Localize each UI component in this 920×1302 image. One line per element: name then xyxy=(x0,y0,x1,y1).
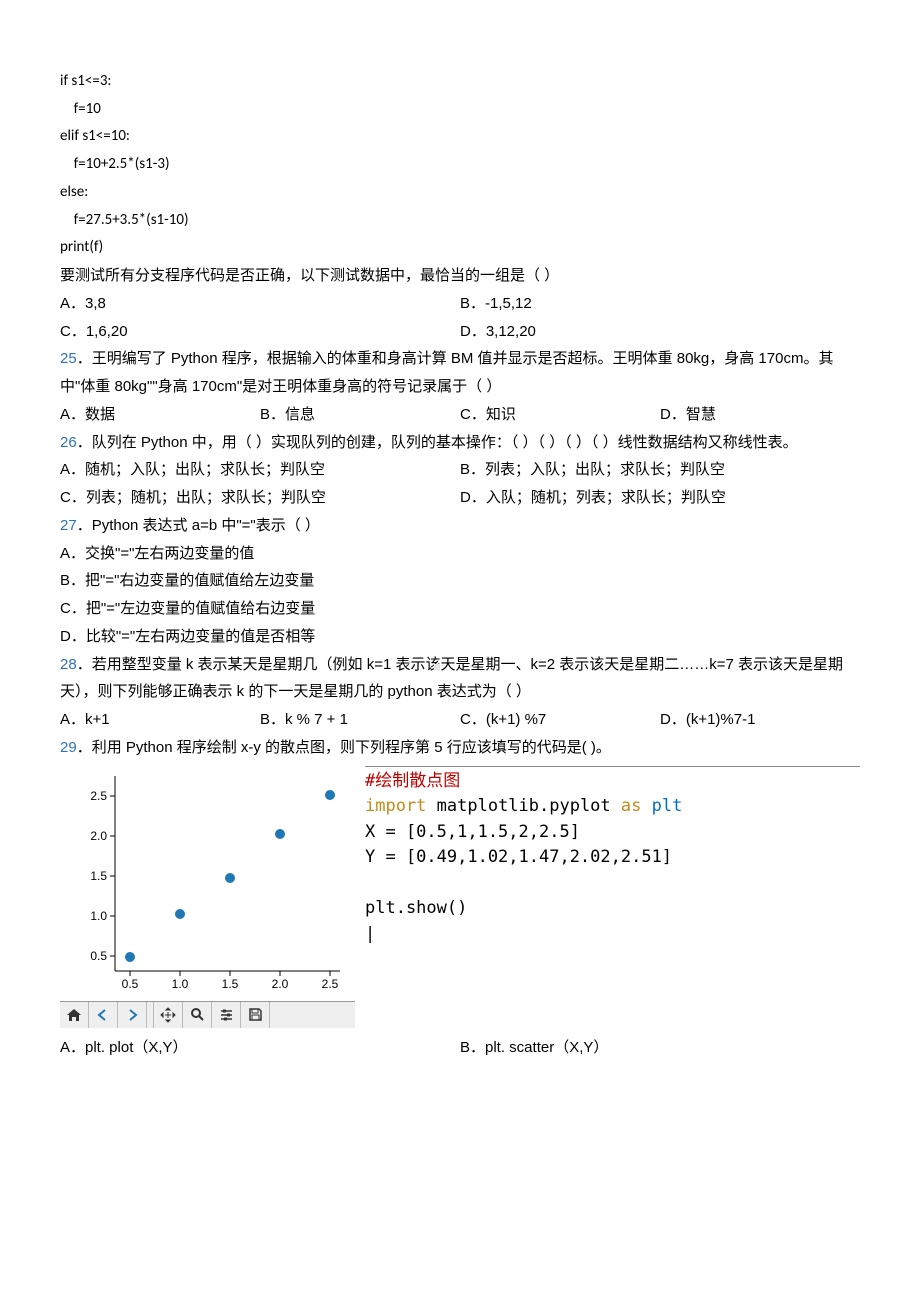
option-a: A．交换"="左右两边变量的值 xyxy=(60,540,860,568)
question-25: 25．王明编写了 Python 程序，根据输入的体重和身高计算 BM 值并显示是… xyxy=(60,345,860,401)
option-d: D．比较"="左右两边变量的值是否相等 xyxy=(60,623,860,651)
code-line: plt.show() xyxy=(365,898,467,918)
code-line: f=27.5+3.5*(s1-10) xyxy=(60,211,189,229)
x-tick: 1.0 xyxy=(172,977,189,991)
question-28-options: A．k+1 B．k % 7 + 1 C．(k+1) %7 D．(k+1)%7-1 xyxy=(60,706,860,734)
option-d: D．智慧 xyxy=(660,401,860,429)
toolbar-spacer xyxy=(147,1002,154,1028)
question-28: 28．若用整型变量 k 表示某天是星期几（例如 k=1 表示该天是星期一、k=2… xyxy=(60,651,860,707)
option-a: A．随机；入队；出队；求队长；判队空 xyxy=(60,456,460,484)
question-text: ．Python 表达式 a=b 中"="表示（ ） xyxy=(77,517,320,534)
question-text: ．利用 Python 程序绘制 x-y 的散点图，则下列程序第 5 行应该填写的… xyxy=(77,739,611,756)
save-icon[interactable] xyxy=(241,1002,270,1028)
question-29-options: A．plt. plot（X,Y） B．plt. scatter（X,Y） xyxy=(60,1034,860,1062)
x-tick: 0.5 xyxy=(122,977,139,991)
y-tick: 1.0 xyxy=(90,909,107,923)
option-c: C．列表；随机；出队；求队长；判队空 xyxy=(60,484,460,512)
code-text: matplotlib.pyplot xyxy=(426,796,620,816)
code-line: Y = [0.49,1.02,1.47,2.02,2.51] xyxy=(365,847,672,867)
question-26: 26．队列在 Python 中，用（ ）实现队列的创建，队列的基本操作：（ ）（… xyxy=(60,429,860,457)
question-25-options: A．数据 B．信息 C．知识 D．智慧 xyxy=(60,401,860,429)
option-d: D．入队；随机；列表；求队长；判队空 xyxy=(460,484,860,512)
code-comment: #绘制散点图 xyxy=(365,771,460,791)
question-text: ．若用整型变量 k 表示某天是星期几（例如 k=1 表示该天是星期一、k=2 表… xyxy=(60,656,843,701)
option-a: A．数据 xyxy=(60,401,260,429)
code-keyword: as xyxy=(621,796,641,816)
x-tick: 2.0 xyxy=(272,977,289,991)
y-tick: 2.5 xyxy=(90,789,107,803)
question-text: ．王明编写了 Python 程序，根据输入的体重和身高计算 BM 值并显示是否超… xyxy=(60,350,833,395)
option-a: A．plt. plot（X,Y） xyxy=(60,1034,460,1062)
option-b: B．列表；入队；出队；求队长；判队空 xyxy=(460,456,860,484)
question-number: 29 xyxy=(60,739,77,756)
question-text: ．队列在 Python 中，用（ ）实现队列的创建，队列的基本操作：（ ）（ ）… xyxy=(77,434,798,451)
code-block-q24: if s1<=3: f=10 elif s1<=10: f=10+2.5*(s1… xyxy=(60,40,860,262)
code-line: print(f) xyxy=(60,238,103,256)
option-d: D．(k+1)%7-1 xyxy=(660,706,860,734)
option-b: B．plt. scatter（X,Y） xyxy=(460,1034,860,1062)
matplotlib-toolbar xyxy=(60,1001,355,1028)
data-point xyxy=(225,873,235,883)
question-24-tail: 要测试所有分支程序代码是否正确，以下测试数据中，最恰当的一组是（ ） xyxy=(60,262,860,290)
code-text: plt xyxy=(641,796,682,816)
code-cursor: | xyxy=(365,924,375,944)
data-point xyxy=(175,909,185,919)
x-tick: 2.5 xyxy=(322,977,339,991)
code-keyword: import xyxy=(365,796,426,816)
code-line: else: xyxy=(60,183,88,201)
y-tick: 2.0 xyxy=(90,829,107,843)
option-d: D．3,12,20 xyxy=(460,318,860,346)
option-b: B．把"="右边变量的值赋值给左边变量 xyxy=(60,567,860,595)
question-number: 25 xyxy=(60,350,77,367)
y-tick: 0.5 xyxy=(90,949,107,963)
option-b: B．-1,5,12 xyxy=(460,290,860,318)
option-a: A．k+1 xyxy=(60,706,260,734)
y-tick: 1.5 xyxy=(90,869,107,883)
forward-icon[interactable] xyxy=(118,1002,147,1028)
python-code-block: #绘制散点图 import matplotlib.pyplot as plt X… xyxy=(365,766,860,1028)
code-line: X = [0.5,1,1.5,2,2.5] xyxy=(365,822,580,842)
option-c: C．知识 xyxy=(460,401,660,429)
option-c: C．把"="左边变量的值赋值给右边变量 xyxy=(60,595,860,623)
question-number: 28 xyxy=(60,656,77,673)
data-point xyxy=(125,952,135,962)
question-27-options: A．交换"="左右两边变量的值 B．把"="右边变量的值赋值给左边变量 C．把"… xyxy=(60,540,860,651)
config-icon[interactable] xyxy=(212,1002,241,1028)
option-b: B．信息 xyxy=(260,401,460,429)
question-number: 27 xyxy=(60,517,77,534)
back-icon[interactable] xyxy=(89,1002,118,1028)
home-icon[interactable] xyxy=(60,1002,89,1028)
x-tick: 1.5 xyxy=(222,977,239,991)
question-29: 29．利用 Python 程序绘制 x-y 的散点图，则下列程序第 5 行应该填… xyxy=(60,734,860,762)
data-point xyxy=(275,829,285,839)
move-icon[interactable] xyxy=(154,1002,183,1028)
code-line: f=10+2.5*(s1-3) xyxy=(60,155,170,173)
option-a: A．3,8 xyxy=(60,290,460,318)
question-26-options: A．随机；入队；出队；求队长；判队空 B．列表；入队；出队；求队长；判队空 C．… xyxy=(60,456,860,512)
option-c: C．1,6,20 xyxy=(60,318,460,346)
data-point xyxy=(325,790,335,800)
question-number: 26 xyxy=(60,434,77,451)
question-27: 27．Python 表达式 a=b 中"="表示（ ） xyxy=(60,512,860,540)
option-c: C．(k+1) %7 xyxy=(460,706,660,734)
code-line: f=10 xyxy=(60,100,101,118)
chart-svg: 0.5 1.0 1.5 2.0 2.5 0.5 1.0 1.5 2.0 xyxy=(60,766,355,1001)
question-24-options: A．3,8 B．-1,5,12 C．1,6,20 D．3,12,20 xyxy=(60,290,860,346)
code-line: if s1<=3: xyxy=(60,72,111,90)
scatter-chart: 0.5 1.0 1.5 2.0 2.5 0.5 1.0 1.5 2.0 xyxy=(60,766,355,1028)
code-line: elif s1<=10: xyxy=(60,127,130,145)
option-b: B．k % 7 + 1 xyxy=(260,706,460,734)
zoom-icon[interactable] xyxy=(183,1002,212,1028)
